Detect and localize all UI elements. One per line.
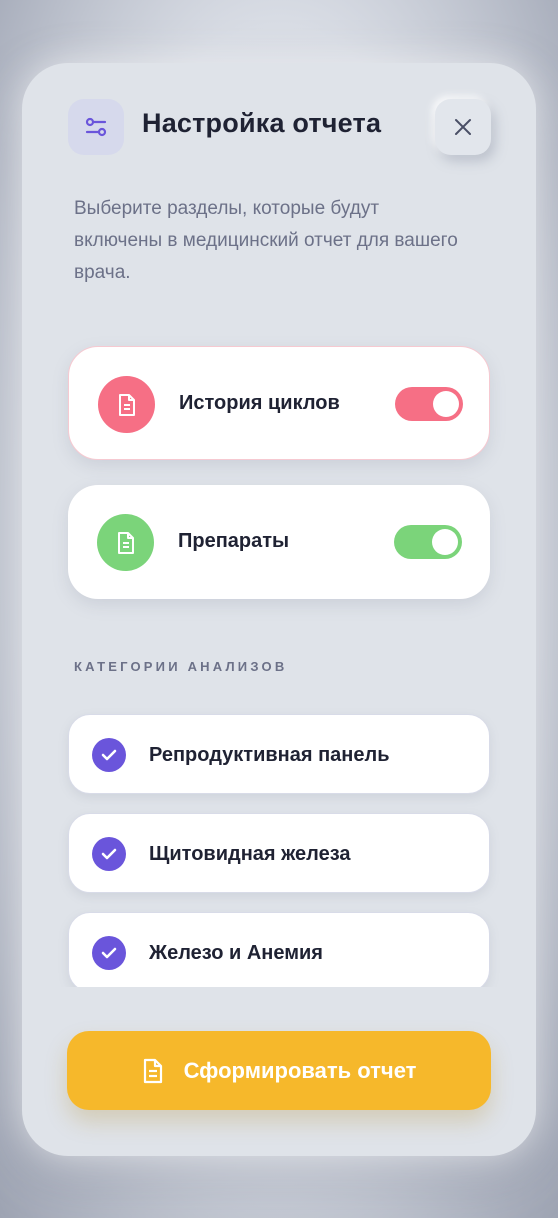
analysis-item-thyroid[interactable]: Щитовидная железа (68, 813, 490, 893)
analysis-item-reproductive[interactable]: Репродуктивная панель (68, 714, 490, 794)
toggle-knob (433, 391, 459, 417)
medications-toggle[interactable] (394, 525, 462, 559)
section-label: История циклов (179, 392, 340, 414)
section-medications[interactable]: Препараты (68, 485, 490, 599)
close-icon (455, 119, 471, 135)
analysis-list[interactable]: Репродуктивная панель Щитовидная железа … (22, 703, 536, 987)
description-text: Выберите разделы, которые будут включены… (74, 198, 458, 283)
checkmark-icon[interactable] (92, 936, 126, 970)
generate-report-button[interactable]: Сформировать отчет (67, 1031, 491, 1110)
analysis-categories-heading: КАТЕГОРИИ АНАЛИЗОВ (74, 659, 288, 674)
document-icon (98, 376, 155, 433)
section-label: Препараты (178, 530, 290, 552)
close-button[interactable] (435, 99, 491, 155)
analysis-item-iron[interactable]: Железо и Анемия (68, 912, 490, 987)
section-cycle-history[interactable]: История циклов (68, 346, 490, 460)
page-title: Настройка отчета (142, 108, 382, 138)
analysis-item-label: Щитовидная железа (149, 843, 351, 865)
document-icon (143, 1058, 162, 1083)
report-settings-panel: Настройка отчета Выберите разделы, котор… (22, 63, 536, 1156)
sliders-icon (68, 99, 124, 155)
cycle-history-toggle[interactable] (395, 387, 463, 421)
document-icon (97, 514, 154, 571)
analysis-item-label: Железо и Анемия (149, 942, 323, 964)
checkmark-icon[interactable] (92, 837, 126, 871)
generate-report-label: Сформировать отчет (183, 1057, 417, 1083)
checkmark-icon[interactable] (92, 738, 126, 772)
toggle-knob (432, 529, 458, 555)
analysis-item-label: Репродуктивная панель (149, 744, 390, 766)
